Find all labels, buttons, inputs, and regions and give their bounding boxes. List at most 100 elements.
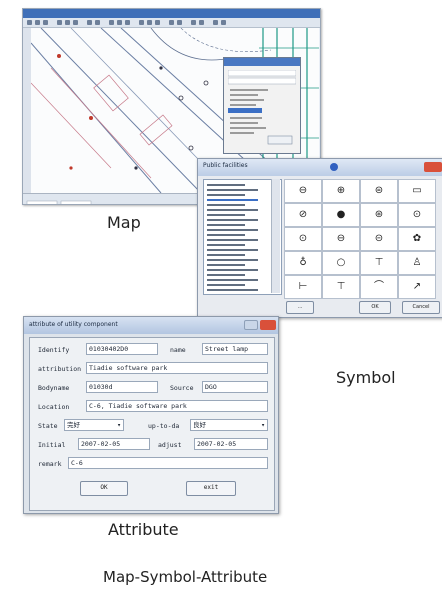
symbol-cell[interactable]: ↗	[398, 275, 436, 299]
list-item[interactable]	[207, 274, 245, 276]
symbol-cell[interactable]: ⊖	[284, 179, 322, 203]
list-scrollbar[interactable]	[271, 179, 280, 293]
symbol-titlebar: Public facilities	[198, 159, 442, 176]
list-item[interactable]	[207, 284, 245, 286]
facility-symbol-icon: ⊙	[298, 233, 308, 244]
exit-button[interactable]: exit	[186, 481, 236, 496]
list-item[interactable]	[207, 184, 245, 186]
symbol-cell[interactable]: ⊙	[398, 203, 436, 227]
toolbar-button[interactable]	[35, 20, 40, 25]
upto-select[interactable]: 良好 ▾	[190, 419, 268, 431]
list-item[interactable]	[207, 289, 258, 291]
facility-symbol-icon: ○	[336, 257, 346, 268]
toolbar-button[interactable]	[125, 20, 130, 25]
source-label: Source	[170, 384, 194, 392]
toolbar-button[interactable]	[191, 20, 196, 25]
toolbar-button[interactable]	[27, 20, 32, 25]
facility-symbol-icon: ●	[336, 209, 346, 220]
toolbar-button[interactable]	[73, 20, 78, 25]
facility-symbol-icon: ⊖	[336, 233, 346, 244]
symbol-cell[interactable]: ⊤	[360, 251, 398, 275]
facility-symbol-icon: ⊜	[374, 185, 384, 196]
list-item[interactable]	[207, 239, 258, 241]
bodyname-field[interactable]: 01030d	[86, 381, 158, 393]
symbol-cell[interactable]: ⊖	[322, 227, 360, 251]
list-item[interactable]	[207, 259, 258, 261]
identify-field[interactable]: 01030402D0	[86, 343, 158, 355]
toolbar-button[interactable]	[117, 20, 122, 25]
toolbar-button[interactable]	[155, 20, 160, 25]
list-item[interactable]	[207, 244, 245, 246]
initial-date-field[interactable]: 2007-02-05	[78, 438, 150, 450]
symbol-cell[interactable]: ⊢	[284, 275, 322, 299]
list-item[interactable]	[207, 214, 245, 216]
facility-symbol-icon: ⊖	[298, 185, 308, 196]
remark-label: remark	[38, 460, 62, 468]
upto-label: up-to-da	[148, 422, 180, 430]
cancel-button[interactable]: Cancel	[402, 301, 440, 314]
list-item[interactable]	[207, 264, 245, 266]
source-field[interactable]: DGO	[202, 381, 268, 393]
toolbar-button[interactable]	[109, 20, 114, 25]
toolbar-button[interactable]	[177, 20, 182, 25]
toolbar-button[interactable]	[139, 20, 144, 25]
close-icon[interactable]	[424, 162, 442, 172]
list-item[interactable]	[207, 234, 245, 236]
map-layer-panel[interactable]	[23, 28, 31, 193]
attribution-field[interactable]: Tiadie software park	[86, 362, 268, 374]
symbol-cell[interactable]: ⊝	[360, 227, 398, 251]
symbol-cell[interactable]: ⊜	[360, 179, 398, 203]
list-item[interactable]	[207, 219, 258, 221]
symbol-grid: ⊖ ⊕ ⊜ ▭ ⊘ ● ⊛ ⊙ ⊙ ⊖ ⊝ ✿ ♁ ○ ⊤ ♙ ⊢ ⊤ ⌒ ↗	[284, 179, 442, 299]
list-item[interactable]	[207, 229, 258, 231]
list-item[interactable]	[207, 269, 258, 271]
symbol-cell[interactable]: ♁	[284, 251, 322, 275]
toolbar-button[interactable]	[213, 20, 218, 25]
list-item[interactable]	[207, 249, 258, 251]
list-item[interactable]	[207, 194, 245, 196]
close-icon[interactable]	[260, 320, 276, 330]
symbol-cell[interactable]: ✿	[398, 227, 436, 251]
state-select[interactable]: 完好 ▾	[64, 419, 124, 431]
list-item[interactable]	[207, 209, 258, 211]
symbol-cell[interactable]: ⊛	[360, 203, 398, 227]
adjust-date-field[interactable]: 2007-02-05	[194, 438, 268, 450]
previous-button[interactable]: ...	[286, 301, 314, 314]
facility-symbol-icon: ⌒	[374, 281, 384, 292]
toolbar-button[interactable]	[57, 20, 62, 25]
remark-field[interactable]: C-6	[68, 457, 268, 469]
location-field[interactable]: C-6, Tiadie software park	[86, 400, 268, 412]
ok-button[interactable]: OK	[80, 481, 128, 496]
symbol-cell[interactable]: ○	[322, 251, 360, 275]
ok-button[interactable]: OK	[359, 301, 391, 314]
symbol-cell[interactable]: ▭	[398, 179, 436, 203]
attribute-caption: Attribute	[108, 520, 179, 539]
symbol-cell[interactable]: ⊤	[322, 275, 360, 299]
list-item[interactable]	[207, 279, 258, 281]
toolbar-button[interactable]	[199, 20, 204, 25]
chevron-down-icon: ▾	[117, 421, 121, 429]
toolbar-button[interactable]	[221, 20, 226, 25]
list-item[interactable]	[207, 254, 245, 256]
symbol-cell[interactable]: ⊘	[284, 203, 322, 227]
list-item[interactable]	[207, 189, 258, 191]
symbol-cell[interactable]: ⌒	[360, 275, 398, 299]
list-item[interactable]	[207, 224, 245, 226]
toolbar-button[interactable]	[87, 20, 92, 25]
symbol-cell[interactable]: ⊕	[322, 179, 360, 203]
attribute-titlebar: attribute of utility component	[24, 317, 278, 334]
symbol-cell[interactable]: ●	[322, 203, 360, 227]
toolbar-button[interactable]	[65, 20, 70, 25]
name-field[interactable]: Street lamp	[202, 343, 268, 355]
toolbar-button[interactable]	[147, 20, 152, 25]
toolbar-button[interactable]	[43, 20, 48, 25]
list-item[interactable]	[207, 199, 258, 201]
minimize-icon[interactable]	[244, 320, 258, 330]
symbol-cell[interactable]: ♙	[398, 251, 436, 275]
symbol-window-title: Public facilities	[203, 162, 248, 169]
symbol-cell[interactable]: ⊙	[284, 227, 322, 251]
toolbar-button[interactable]	[95, 20, 100, 25]
toolbar-button[interactable]	[169, 20, 174, 25]
list-item[interactable]	[207, 204, 245, 206]
facility-symbol-icon: ♁	[299, 257, 307, 268]
